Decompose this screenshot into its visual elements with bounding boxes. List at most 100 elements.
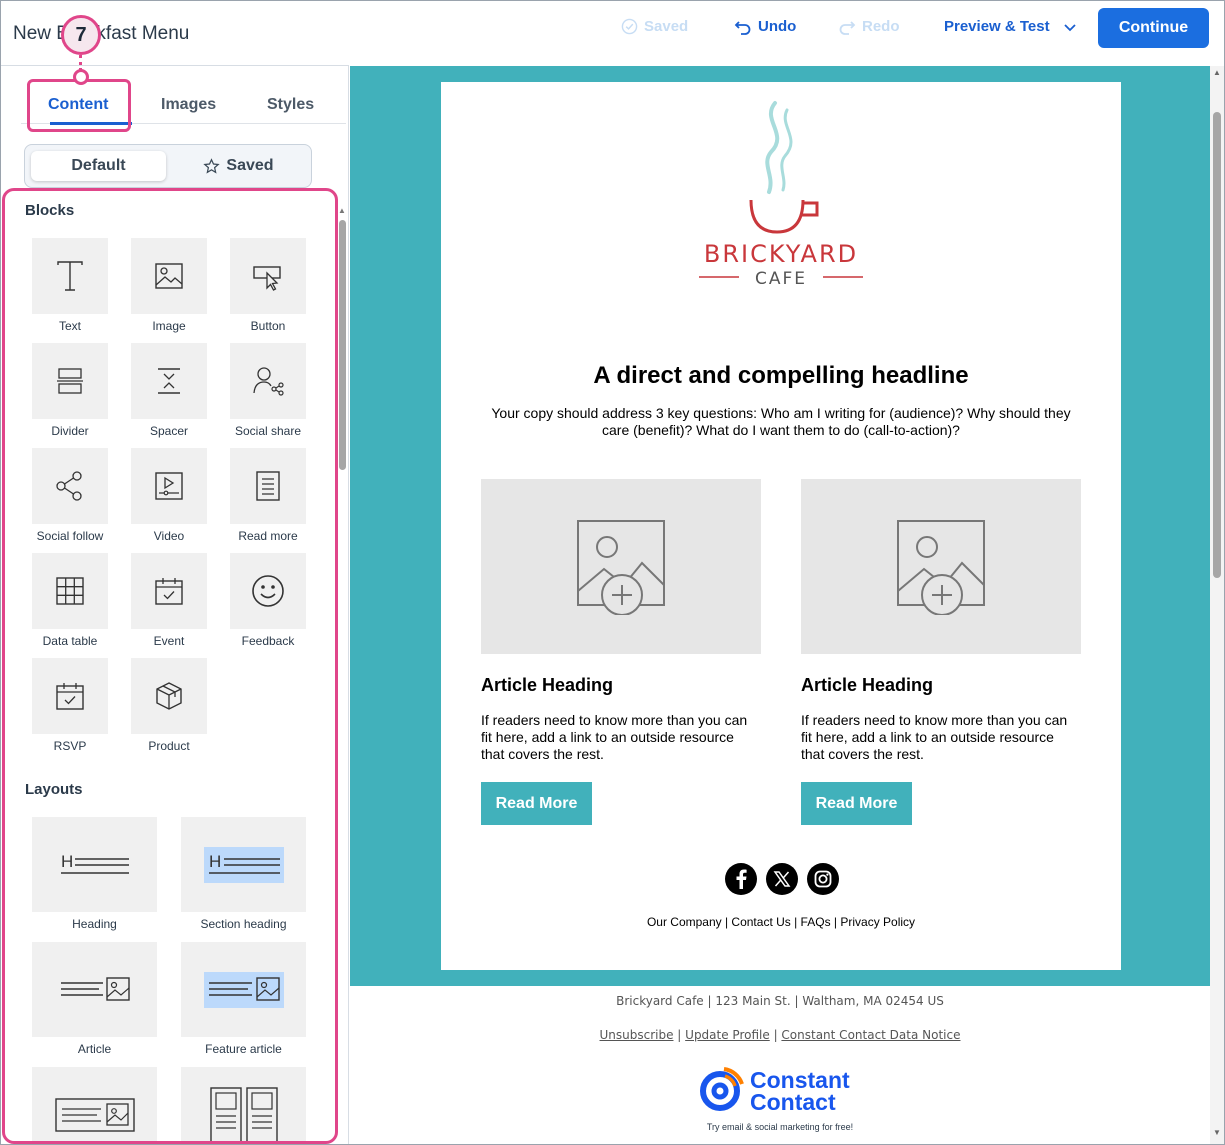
- tab-styles[interactable]: Styles: [267, 96, 314, 114]
- block-tile: [131, 448, 207, 524]
- undo-button[interactable]: Undo: [734, 18, 796, 35]
- email-body-copy[interactable]: Your copy should address 3 key questions…: [481, 405, 1081, 439]
- article-text[interactable]: If readers need to know more than you ca…: [481, 712, 761, 763]
- block-image[interactable]: Image: [131, 238, 207, 333]
- block-rsvp[interactable]: RSVP: [32, 658, 108, 753]
- email-footer-links[interactable]: Our Company | Contact Us | FAQs | Privac…: [441, 915, 1121, 929]
- redo-label: Redo: [862, 18, 900, 35]
- logo-cafe-text: CAFE: [755, 269, 807, 289]
- data-notice-link[interactable]: Constant Contact Data Notice: [781, 1028, 960, 1042]
- section-heading-layout-icon: H: [203, 846, 284, 883]
- block-social-share[interactable]: Social share: [230, 343, 306, 438]
- svg-text:H: H: [209, 852, 221, 871]
- data-table-icon: [56, 577, 84, 605]
- block-tile: [230, 238, 306, 314]
- block-label: Social follow: [36, 529, 104, 543]
- video-icon: [155, 472, 183, 500]
- block-tile: [32, 553, 108, 629]
- tab-images[interactable]: Images: [161, 96, 216, 114]
- event-icon: [155, 578, 183, 605]
- article-heading[interactable]: Article Heading: [801, 675, 1081, 696]
- article-heading[interactable]: Article Heading: [481, 675, 761, 696]
- left-scrollbar-thumb[interactable]: [339, 220, 346, 470]
- spacer-icon: [158, 368, 180, 394]
- read-more-button[interactable]: Read More: [801, 782, 912, 825]
- block-label: Divider: [51, 424, 89, 438]
- block-social-follow[interactable]: Social follow: [32, 448, 108, 543]
- scroll-down-arrow[interactable]: ▼: [1213, 1128, 1221, 1137]
- feature-article-layout-icon: [203, 971, 284, 1008]
- layout-article[interactable]: Article: [32, 942, 157, 1056]
- star-icon: [203, 157, 221, 174]
- top-bar: New Breakfast Menu Saved Undo Redo Previ…: [1, 1, 1224, 65]
- layout-tile: H: [181, 817, 306, 912]
- company-address: Brickyard Cafe | 123 Main St. | Waltham,…: [616, 994, 944, 1008]
- instagram-icon[interactable]: [807, 863, 839, 895]
- undo-label: Undo: [758, 18, 797, 35]
- continue-button[interactable]: Continue: [1098, 8, 1209, 48]
- block-tile: [131, 658, 207, 734]
- block-data-table[interactable]: Data table: [32, 553, 108, 648]
- layout-article-boxed[interactable]: [32, 1067, 157, 1141]
- x-icon[interactable]: [766, 863, 798, 895]
- unsubscribe-link[interactable]: Unsubscribe: [600, 1028, 674, 1042]
- scroll-up-arrow[interactable]: ▲: [1213, 68, 1221, 77]
- scroll-up-arrow[interactable]: ▲: [338, 206, 346, 215]
- block-label: Read more: [238, 529, 298, 543]
- block-button[interactable]: Button: [230, 238, 306, 333]
- default-toggle-button[interactable]: Default: [31, 151, 166, 181]
- left-scrollbar[interactable]: ▲: [338, 136, 348, 1136]
- block-tile: [230, 343, 306, 419]
- block-read-more[interactable]: Read more: [230, 448, 306, 543]
- block-label: Product: [148, 739, 190, 753]
- article-text[interactable]: If readers need to know more than you ca…: [801, 712, 1081, 763]
- layout-tile: [181, 1067, 306, 1141]
- divider-icon: [57, 368, 83, 394]
- block-text[interactable]: Text: [32, 238, 108, 333]
- image-placeholder[interactable]: [481, 479, 761, 654]
- read-more-button[interactable]: Read More: [481, 782, 592, 825]
- layout-feature-article[interactable]: Feature article: [181, 942, 306, 1056]
- redo-button[interactable]: Redo: [838, 18, 900, 35]
- layout-two-columns[interactable]: [181, 1067, 306, 1141]
- canvas-scrollbar[interactable]: ▲ ▼: [1210, 66, 1224, 1144]
- image-placeholder[interactable]: [801, 479, 1081, 654]
- email-headline[interactable]: A direct and compelling headline: [441, 362, 1121, 390]
- feedback-icon: [252, 575, 284, 607]
- block-product[interactable]: Product: [131, 658, 207, 753]
- text-icon: [57, 261, 83, 291]
- block-label: Data table: [42, 634, 98, 648]
- article-boxed-layout-icon: [54, 1097, 135, 1132]
- layout-heading[interactable]: H Heading: [32, 817, 157, 931]
- block-label: Image: [152, 319, 186, 333]
- layout-label: Article: [77, 1042, 112, 1056]
- block-feedback[interactable]: Feedback: [230, 553, 306, 648]
- left-panel: Content Images Styles Default Saved Bloc…: [1, 65, 349, 1144]
- block-tile: [32, 448, 108, 524]
- brickyard-cafe-logo[interactable]: BRICKYARD CAFE: [691, 100, 871, 295]
- canvas-scrollbar-thumb[interactable]: [1213, 112, 1221, 578]
- saved-toggle-label: Saved: [226, 157, 274, 174]
- rsvp-icon: [56, 683, 84, 710]
- block-spacer[interactable]: Spacer: [131, 343, 207, 438]
- update-profile-link[interactable]: Update Profile: [685, 1028, 770, 1042]
- block-tile: [131, 238, 207, 314]
- product-icon: [156, 682, 182, 710]
- saved-toggle-button[interactable]: Saved: [171, 151, 306, 181]
- chevron-down-icon: [1063, 23, 1076, 31]
- email-body[interactable]: BRICKYARD CAFE A direct and compelling h…: [441, 82, 1121, 970]
- preview-test-dropdown[interactable]: Preview & Test: [944, 18, 1078, 35]
- link-separator: |: [673, 1028, 686, 1042]
- layout-section-heading[interactable]: H Section heading: [181, 817, 306, 931]
- layout-tile: [32, 1067, 157, 1141]
- facebook-icon[interactable]: [725, 863, 757, 895]
- block-event[interactable]: Event: [131, 553, 207, 648]
- block-video[interactable]: Video: [131, 448, 207, 543]
- block-divider[interactable]: Divider: [32, 343, 108, 438]
- document-title[interactable]: New Breakfast Menu: [13, 23, 189, 45]
- constant-contact-logo[interactable]: Constant Contact: [698, 1066, 868, 1116]
- layouts-heading: Layouts: [25, 781, 83, 798]
- layout-label: Feature article: [205, 1042, 282, 1056]
- layout-tile: [181, 942, 306, 1037]
- block-label: Text: [58, 319, 81, 333]
